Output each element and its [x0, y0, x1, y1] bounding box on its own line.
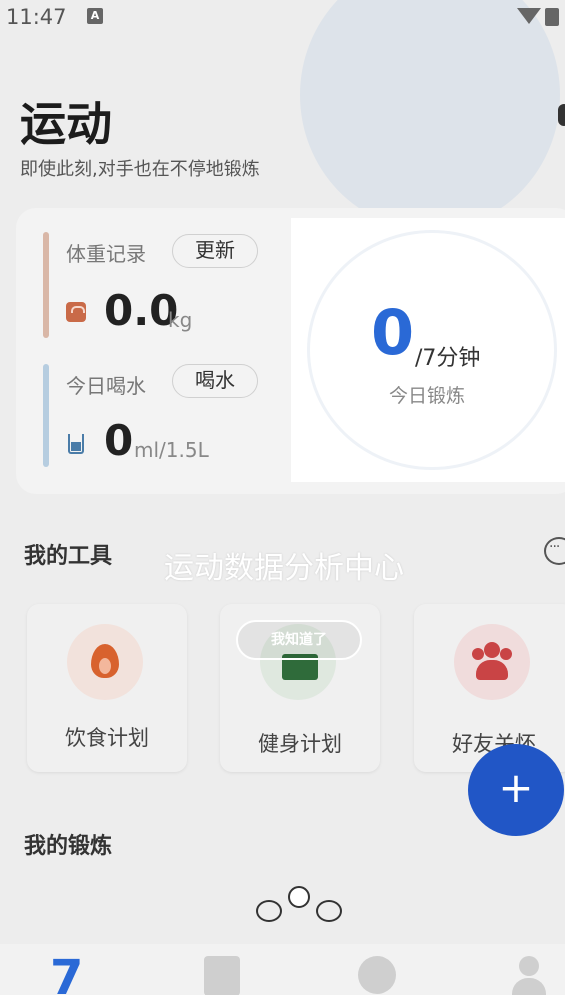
- guide-hint-title: 运动数据分析中心: [164, 551, 404, 586]
- wifi-icon: [517, 8, 541, 24]
- cup-icon: [68, 434, 84, 454]
- avatar[interactable]: [558, 104, 565, 126]
- tool-label-diet: 饮食计划: [65, 726, 149, 750]
- water-unit: ml/1.5L: [134, 438, 209, 462]
- notification-icon: A: [87, 8, 103, 24]
- exercise-target: /7分钟: [415, 346, 481, 371]
- status-bar: 11:47 A: [0, 0, 565, 34]
- muscle-icon: [256, 886, 342, 946]
- water-value: 0: [104, 416, 134, 465]
- water-accent-bar: [43, 364, 49, 467]
- dismiss-guide-button[interactable]: 我知道了: [236, 620, 362, 660]
- scale-icon: [66, 302, 86, 322]
- people-icon: [470, 642, 514, 682]
- exercise-label: 今日锻炼: [389, 385, 466, 407]
- nav-home-tab[interactable]: 7: [50, 950, 83, 995]
- exercise-panel[interactable]: 0 /7分钟 今日锻炼: [291, 218, 565, 482]
- nav-heart-icon[interactable]: [358, 956, 396, 994]
- background-decoration: [300, 0, 560, 230]
- status-time: 11:47: [6, 5, 67, 29]
- app-screen: 11:47 A 运动 即使此刻,对手也在不停地锻炼 体重记录 更新 0.0 kg…: [0, 0, 565, 995]
- tool-label-fitness: 健身计划: [258, 732, 342, 756]
- nav-profile-icon[interactable]: [512, 956, 546, 995]
- people-icon-bg: [454, 624, 530, 700]
- chat-icon[interactable]: [544, 537, 565, 565]
- page-subtitle: 即使此刻,对手也在不停地锻炼: [20, 159, 260, 180]
- exercise-minutes-value: 0: [371, 296, 415, 369]
- tool-card-friends[interactable]: 好友关怀: [414, 604, 565, 772]
- tools-section-title: 我的工具: [24, 544, 113, 569]
- flame-icon: [91, 644, 119, 678]
- tool-card-diet[interactable]: 饮食计划: [27, 604, 187, 772]
- weight-unit: kg: [168, 308, 193, 332]
- water-label: 今日喝水: [66, 374, 146, 398]
- add-button[interactable]: +: [468, 744, 564, 836]
- workouts-section-title: 我的锻炼: [24, 834, 113, 859]
- update-weight-button[interactable]: 更新: [172, 234, 258, 268]
- status-indicators: [517, 8, 559, 26]
- battery-icon: [545, 8, 559, 26]
- bottom-navigation: 7: [0, 944, 565, 995]
- flame-icon-bg: [67, 624, 143, 700]
- weight-accent-bar: [43, 232, 49, 338]
- page-title: 运动: [20, 97, 112, 151]
- weight-label: 体重记录: [66, 242, 146, 266]
- nav-book-icon[interactable]: [204, 956, 240, 995]
- drink-water-button[interactable]: 喝水: [172, 364, 258, 398]
